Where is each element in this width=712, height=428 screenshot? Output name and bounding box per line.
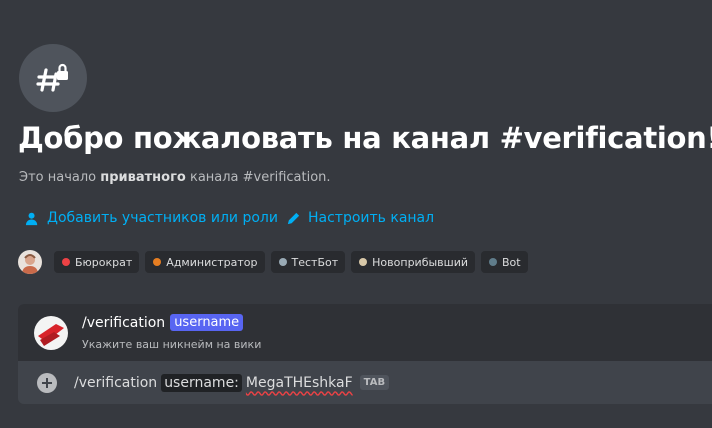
- channel-roles-row: Бюрократ Администратор ТестБот Новоприбы…: [18, 250, 534, 274]
- role-color-dot: [489, 258, 498, 266]
- role-pill[interactable]: Бюрократ: [54, 251, 140, 273]
- role-pill[interactable]: Bot: [481, 251, 528, 273]
- role-color-dot: [278, 258, 287, 266]
- role-color-dot: [153, 258, 162, 266]
- slash-command-preview[interactable]: /verification username Укажите ваш никне…: [18, 304, 712, 361]
- welcome-subtitle: Это начало приватного канала #verificati…: [19, 170, 331, 185]
- add-members-link[interactable]: Добавить участников или роли: [25, 210, 278, 226]
- command-option-tag: username: [170, 314, 244, 331]
- role-color-dot: [359, 258, 368, 266]
- plus-icon: [42, 377, 52, 388]
- typed-command-text: /verification: [74, 374, 158, 391]
- option-value[interactable]: MegaTHEshkaF: [246, 375, 353, 391]
- private-channel-icon: [19, 44, 87, 112]
- configure-channel-link[interactable]: Настроить канал: [286, 210, 434, 226]
- command-description: Укажите ваш никнейм на вики: [82, 338, 262, 351]
- add-attachment-button[interactable]: [37, 372, 57, 393]
- option-chip[interactable]: username:: [161, 373, 242, 392]
- role-pill[interactable]: ТестБот: [270, 251, 346, 273]
- subtitle-suffix: канала #verification.: [185, 170, 331, 185]
- command-name-row: /verification username: [82, 314, 244, 331]
- message-input[interactable]: /verification username: MegaTHEshkaF TAB: [18, 361, 712, 404]
- add-members-label: Добавить участников или роли: [47, 210, 278, 226]
- message-composer: /verification username Укажите ваш никне…: [18, 304, 712, 404]
- avatar[interactable]: [18, 250, 42, 274]
- role-color-dot: [62, 258, 70, 266]
- role-label: Новоприбывший: [372, 255, 469, 269]
- role-label: Администратор: [166, 255, 258, 269]
- role-label: Bot: [502, 255, 521, 269]
- typed-command[interactable]: /verification username: MegaTHEshkaF TAB: [74, 373, 390, 392]
- command-name: /verification: [82, 314, 166, 331]
- role-label: Бюрократ: [75, 255, 133, 269]
- role-pill[interactable]: Новоприбывший: [351, 251, 476, 273]
- tab-hint-badge: TAB: [359, 375, 390, 390]
- role-pill[interactable]: Администратор: [145, 251, 265, 273]
- configure-channel-label: Настроить канал: [308, 210, 435, 226]
- welcome-title: Добро пожаловать на канал #verification!: [18, 121, 712, 155]
- subtitle-prefix: Это начало: [19, 170, 101, 185]
- role-label: ТестБот: [291, 255, 339, 269]
- pencil-icon: [287, 212, 300, 224]
- bot-avatar: [34, 316, 68, 350]
- add-user-icon: [25, 212, 38, 225]
- subtitle-bold: приватного: [100, 170, 186, 185]
